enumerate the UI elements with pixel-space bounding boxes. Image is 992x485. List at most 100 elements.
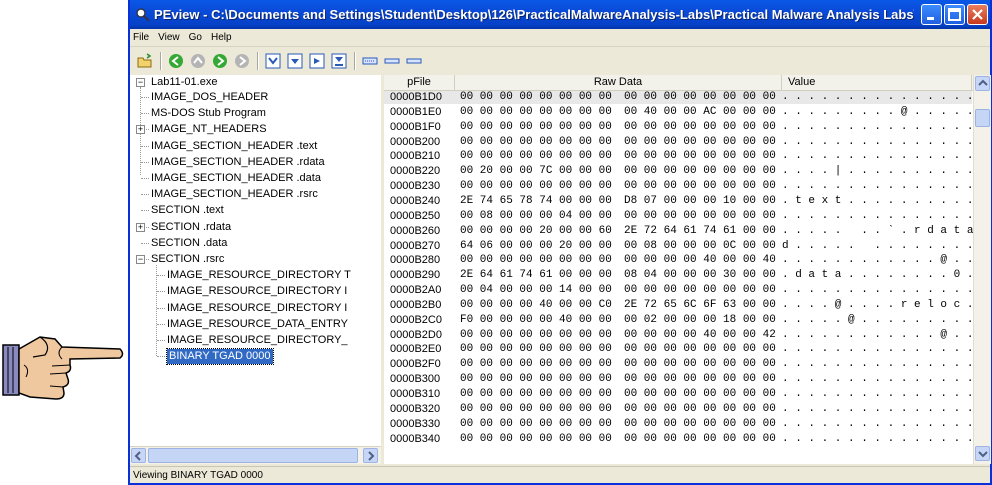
tree-item[interactable]: IMAGE_NT_HEADERS	[151, 122, 267, 137]
scroll-up-button[interactable]	[975, 76, 990, 91]
back-button[interactable]	[167, 52, 185, 70]
tree-root[interactable]: Lab11-01.exe	[151, 75, 217, 90]
cell-pfile: 0000B210	[390, 150, 441, 163]
table-row[interactable]: 0000B1E0 00 00 00 00 00 00 00 00 00 40 00 …	[384, 105, 987, 119]
tree-item[interactable]: SECTION .data	[151, 236, 227, 251]
table-row[interactable]: 0000B310 00 00 00 00 00 00 00 00 00 00 00 …	[384, 388, 987, 401]
header-value[interactable]: Value	[782, 75, 972, 90]
tree-item[interactable]: IMAGE_RESOURCE_DIRECTORY_	[167, 333, 348, 348]
tree-item[interactable]: IMAGE_RESOURCE_DIRECTORY T	[167, 268, 351, 283]
maximize-button[interactable]	[944, 4, 965, 25]
tree-item[interactable]: IMAGE_SECTION_HEADER .rsrc	[151, 187, 318, 202]
close-button[interactable]	[967, 4, 988, 25]
minimize-button[interactable]	[921, 4, 942, 25]
status-bar: Viewing BINARY TGAD 0000	[130, 466, 990, 483]
open-button[interactable]	[136, 52, 154, 70]
up-button[interactable]	[189, 52, 207, 70]
tree-item-selected[interactable]: BINARY TGAD 0000	[166, 348, 274, 366]
cell-value: . . . . . . . . . . . . . . . .	[782, 135, 987, 148]
table-row[interactable]: 0000B280 00 00 00 00 00 00 00 00 00 00 00 …	[384, 254, 987, 267]
table-row[interactable]: 0000B250 00 08 00 00 00 04 00 00 00 00 00 …	[384, 210, 987, 223]
table-row[interactable]: 0000B230 00 00 00 00 00 00 00 00 00 00 00 …	[384, 180, 987, 193]
tree-item[interactable]: MS-DOS Stub Program	[151, 106, 266, 121]
tree-horizontal-scrollbar[interactable]	[130, 446, 381, 464]
table-row[interactable]: 0000B300 00 00 00 00 00 00 00 00 00 00 00 …	[384, 373, 987, 386]
table-row[interactable]: 0000B1D0 00 00 00 00 00 00 00 00 00 00 00 …	[384, 91, 987, 104]
forward-button[interactable]	[211, 52, 229, 70]
tree-item[interactable]: SECTION .text	[151, 203, 224, 218]
cell-pfile: 0000B340	[390, 432, 441, 445]
table-row[interactable]: 0000B260 00 00 00 00 20 00 00 60 2E 72 64 …	[384, 224, 987, 238]
table-row[interactable]: 0000B2B0 00 00 00 00 40 00 00 C0 2E 72 65 …	[384, 299, 987, 312]
cell-pfile: 0000B230	[390, 180, 441, 193]
cell-raw-1: 00 00 00 00 00 00 00 00	[460, 254, 612, 267]
hex-grid[interactable]: pFile Raw Data Value 0000B1D0 00 00 00 00…	[384, 75, 990, 464]
table-row[interactable]: 0000B210 00 00 00 00 00 00 00 00 00 00 00 …	[384, 150, 987, 163]
cell-raw-1: 00 00 00 00 00 00 00 00	[460, 105, 612, 118]
table-row[interactable]: 0000B200 00 00 00 00 00 00 00 00 00 00 00 …	[384, 136, 987, 149]
view-down-button[interactable]	[286, 52, 304, 70]
table-row[interactable]: 0000B2C0 F0 00 00 00 00 40 00 00 00 02 00 …	[384, 314, 987, 327]
table-row[interactable]: 0000B2D0 00 00 00 00 00 00 00 00 00 00 00 …	[384, 328, 987, 342]
view-bottom-button[interactable]	[330, 52, 348, 70]
table-row[interactable]: 0000B2F0 00 00 00 00 00 00 00 00 00 00 00 …	[384, 358, 987, 371]
tree-connector	[157, 307, 165, 309]
menu-view[interactable]: View	[158, 32, 180, 43]
tree-connector	[141, 97, 149, 98]
tree-item[interactable]: IMAGE_SECTION_HEADER .text	[151, 139, 317, 154]
tree-connector	[157, 323, 165, 325]
tree-item[interactable]: SECTION .rsrc	[151, 252, 224, 267]
menu-file[interactable]: File	[133, 32, 149, 43]
grid-vertical-scrollbar[interactable]	[973, 75, 991, 464]
table-row[interactable]: 0000B2E0 00 00 00 00 00 00 00 00 00 00 00 …	[384, 343, 987, 356]
cell-value: . . . . . . . ` . r d a t a . .	[782, 224, 990, 237]
expand-node-icon[interactable]: +	[136, 222, 145, 232]
table-row[interactable]: 0000B320 00 00 00 00 00 00 00 00 00 00 00 …	[384, 402, 987, 416]
structure-tree[interactable]: − Lab11-01.exe IMAGE_DOS_HEADER MS-DOS St…	[130, 75, 384, 464]
tree-item[interactable]: IMAGE_RESOURCE_DIRECTORY I	[167, 301, 347, 316]
toolbar-separator	[257, 52, 259, 70]
cell-pfile: 0000B1D0	[390, 91, 442, 103]
view-list-button[interactable]	[361, 52, 379, 70]
collapse-root-icon[interactable]: −	[136, 78, 145, 87]
cell-raw-1: 00 00 00 00 00 00 00 00	[460, 417, 612, 430]
table-row[interactable]: 0000B330 00 00 00 00 00 00 00 00 00 00 00 …	[384, 417, 987, 431]
chevron-up-icon	[978, 79, 988, 86]
header-pfile[interactable]: pFile	[384, 75, 455, 90]
tree-scroll-thumb[interactable]	[148, 448, 358, 463]
next-button[interactable]	[233, 52, 251, 70]
menu-go[interactable]: Go	[189, 32, 202, 43]
cell-pfile: 0000B260	[390, 224, 441, 237]
tree-item[interactable]: IMAGE_RESOURCE_DATA_ENTRY	[167, 317, 348, 332]
tree-item[interactable]: IMAGE_SECTION_HEADER .rdata	[151, 155, 325, 170]
cell-raw-1: 00 00 00 00 00 00 00 00	[460, 120, 612, 133]
expand-node-icon[interactable]: +	[136, 125, 145, 135]
table-row[interactable]: 0000B220 00 20 00 00 7C 00 00 00 00 00 00 …	[384, 165, 987, 178]
cell-raw-1: 00 00 00 00 00 00 00 00	[460, 328, 612, 341]
scroll-right-button[interactable]	[363, 448, 378, 463]
menu-help[interactable]: Help	[211, 32, 232, 43]
table-row[interactable]: 0000B340 00 00 00 00 00 00 00 00 00 00 00 …	[384, 432, 987, 446]
tree-item[interactable]: SECTION .rdata	[151, 220, 231, 235]
cell-pfile: 0000B1E0	[390, 105, 442, 118]
header-raw-data[interactable]: Raw Data	[455, 75, 782, 90]
view-hex-button[interactable]	[264, 52, 282, 70]
table-row[interactable]: 0000B240 2E 74 65 78 74 00 00 00 D8 07 00 …	[384, 195, 987, 208]
table-row[interactable]: 0000B1F0 00 00 00 00 00 00 00 00 00 00 00 …	[384, 120, 987, 134]
tree-item[interactable]: IMAGE_SECTION_HEADER .data	[151, 171, 321, 186]
table-row[interactable]: 0000B2A0 00 04 00 00 00 14 00 00 00 00 00 …	[384, 284, 987, 297]
view-bar2-button[interactable]	[405, 52, 423, 70]
cell-value: . . . . . . . . . . . . . . . .	[782, 180, 987, 193]
view-bar-button[interactable]	[383, 52, 401, 70]
scroll-left-button[interactable]	[131, 448, 146, 463]
tree-item[interactable]: IMAGE_DOS_HEADER	[151, 90, 268, 105]
title-bar[interactable]: PEview - C:\Documents and Settings\Stude…	[130, 0, 990, 29]
cell-raw-2: 00 00 00 00 00 00 00 00	[624, 402, 776, 415]
tree-item[interactable]: IMAGE_RESOURCE_DIRECTORY I	[167, 284, 347, 299]
collapse-node-icon[interactable]: −	[136, 255, 145, 264]
table-row[interactable]: 0000B270 64 06 00 00 00 20 00 00 00 08 00 …	[384, 240, 987, 253]
grid-scroll-thumb[interactable]	[975, 109, 990, 127]
view-next-button[interactable]	[308, 52, 326, 70]
scroll-down-button[interactable]	[975, 446, 990, 461]
table-row[interactable]: 0000B290 2E 64 61 74 61 00 00 00 08 04 00 …	[384, 269, 987, 282]
